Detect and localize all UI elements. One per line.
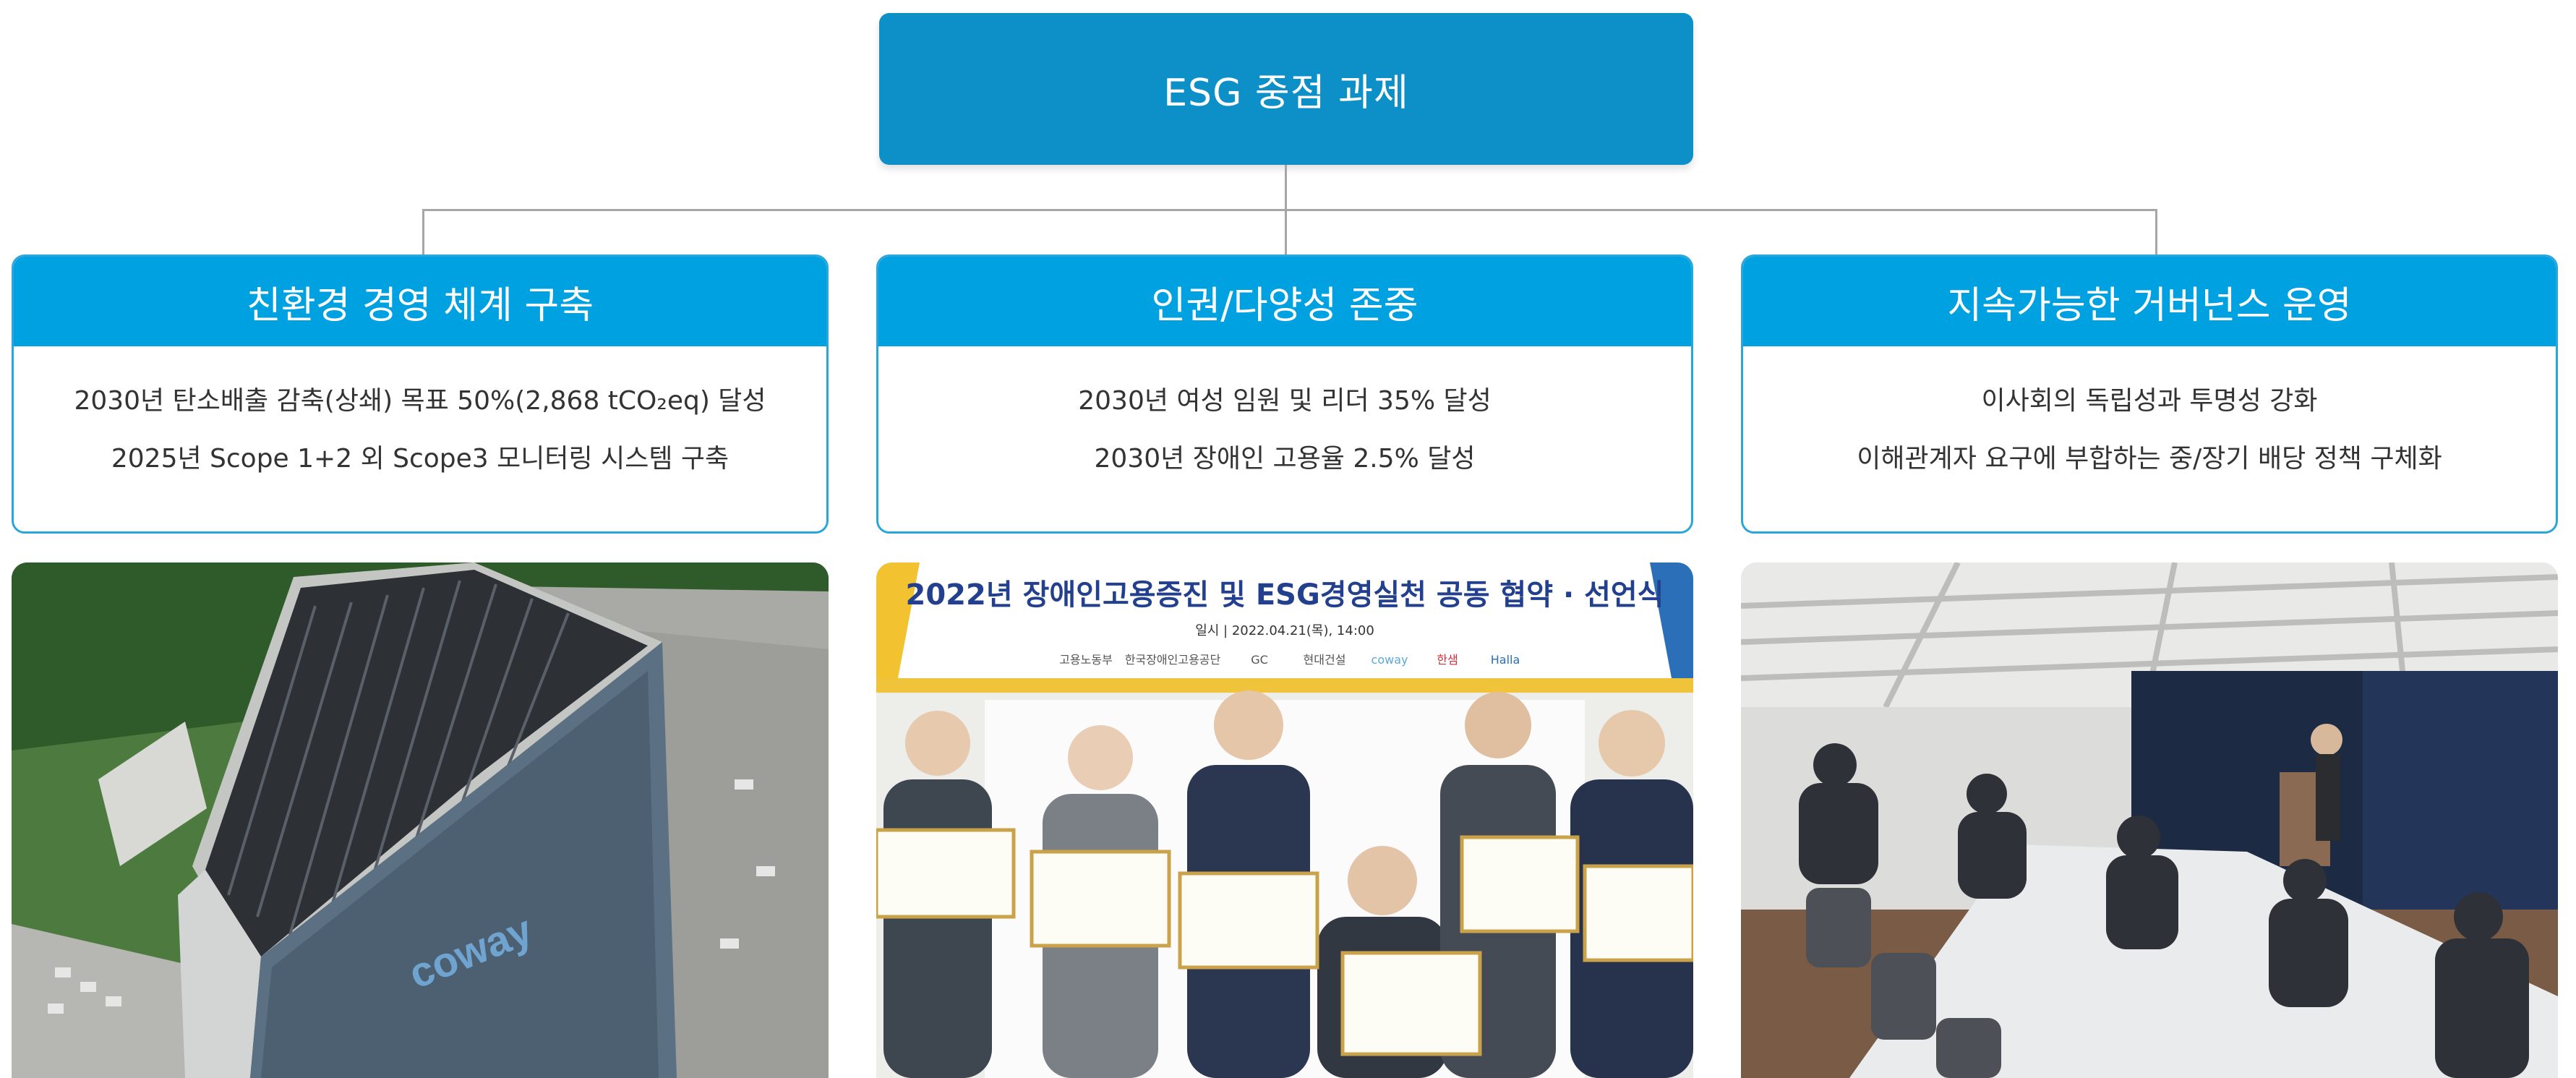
pillar-header: 친환경 경영 체계 구축 [14, 257, 826, 346]
banner-logo: GC [1251, 653, 1268, 667]
connector-vertical-right [2155, 209, 2157, 255]
pillar-card-governance: 지속가능한 거버넌스 운영 이사회의 독립성과 투명성 강화 이해관계자 요구에… [1741, 254, 2558, 534]
pillar-body: 2030년 탄소배출 감축(상쇄) 목표 50%(2,868 tCO₂eq) 달… [14, 346, 826, 488]
banner-logo: coway [1372, 653, 1408, 667]
pillar-header: 지속가능한 거버넌스 운영 [1743, 257, 2556, 346]
esg-priority-title: ESG 중점 과제 [1163, 71, 1409, 115]
banner-date: 일시 | 2022.04.21(목), 14:00 [1195, 623, 1374, 638]
connector-vertical-left [422, 209, 424, 255]
signing-ceremony-illustration: 2022년 장애인고용증진 및 ESG경영실천 공동 협약 · 선언식 일시 |… [876, 562, 1693, 1078]
solar-factory-illustration: coway [12, 562, 829, 1078]
esg-priority-box: ESG 중점 과제 [879, 13, 1693, 165]
pillar-title: 지속가능한 거버넌스 운영 [1947, 283, 2352, 328]
photo-signing-ceremony: 2022년 장애인고용증진 및 ESG경영실천 공동 협약 · 선언식 일시 |… [876, 562, 1693, 1078]
connector-horizontal [422, 209, 2157, 211]
pillar-title: 친환경 경영 체계 구축 [246, 283, 594, 328]
connector-vertical-root [1285, 165, 1287, 210]
pillar-item: 이해관계자 요구에 부합하는 중/장기 배당 정책 구체화 [1857, 444, 2442, 474]
photo-board-meeting [1741, 562, 2558, 1078]
photo-solar-factory: coway [12, 562, 829, 1078]
pillar-item: 2030년 장애인 고용율 2.5% 달성 [1094, 444, 1476, 474]
banner-logo: 현대건설 [1304, 653, 1346, 667]
pillar-title: 인권/다양성 존중 [1151, 283, 1418, 328]
pillar-item: 이사회의 독립성과 투명성 강화 [1981, 386, 2318, 416]
pillar-body: 2030년 여성 임원 및 리더 35% 달성 2030년 장애인 고용율 2.… [878, 346, 1691, 488]
pillar-body: 이사회의 독립성과 투명성 강화 이해관계자 요구에 부합하는 중/장기 배당 … [1743, 346, 2556, 488]
pillar-item: 2030년 여성 임원 및 리더 35% 달성 [1078, 386, 1492, 416]
pillar-card-environment: 친환경 경영 체계 구축 2030년 탄소배출 감축(상쇄) 목표 50%(2,… [12, 254, 829, 534]
banner-logo: Halla [1491, 653, 1520, 667]
pillar-header: 인권/다양성 존중 [878, 257, 1691, 346]
pillar-card-human-rights: 인권/다양성 존중 2030년 여성 임원 및 리더 35% 달성 2030년 … [876, 254, 1693, 534]
banner-logo: 고용노동부 [1059, 653, 1113, 667]
banner-logo: 한국장애인고용공단 [1125, 653, 1221, 667]
banner-logo: 한샘 [1437, 653, 1458, 667]
connector-vertical-middle [1285, 209, 1287, 255]
banner-title: 2022년 장애인고용증진 및 ESG경영실천 공동 협약 · 선언식 [906, 578, 1664, 612]
pillar-item: 2030년 탄소배출 감축(상쇄) 목표 50%(2,868 tCO₂eq) 달… [74, 386, 766, 416]
pillar-item: 2025년 Scope 1+2 외 Scope3 모니터링 시스템 구축 [111, 444, 729, 474]
board-meeting-illustration [1741, 562, 2558, 1078]
